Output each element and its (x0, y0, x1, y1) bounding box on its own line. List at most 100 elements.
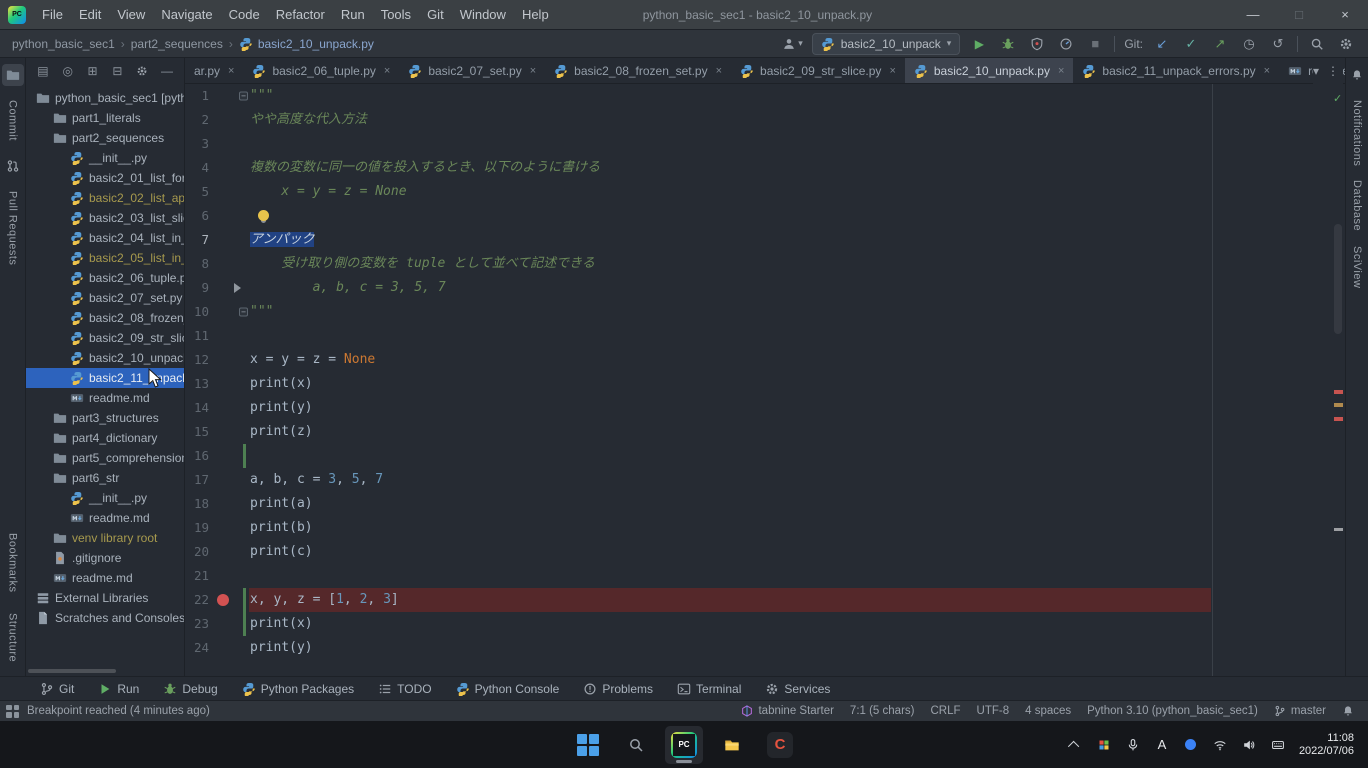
code-text[interactable]: """ (249, 84, 1331, 108)
wifi-icon[interactable] (1212, 737, 1228, 753)
gutter-markers[interactable] (209, 228, 249, 252)
breakpoint-icon[interactable] (217, 594, 229, 606)
gutter-markers[interactable] (209, 444, 249, 468)
gutter-markers[interactable] (209, 204, 249, 228)
tab-basic2_07_set-py[interactable]: basic2_07_set.py× (399, 58, 545, 83)
gutter-markers[interactable] (209, 420, 249, 444)
code-text[interactable]: a, b, c = 3, 5, 7 (249, 468, 1331, 492)
tree-item[interactable]: basic2_08_frozen_set.p (26, 308, 184, 328)
code-text[interactable]: x, y, z = [1, 2, 3] (249, 588, 1331, 612)
gutter-markers[interactable] (209, 636, 249, 660)
tab-close-icon[interactable]: × (889, 65, 895, 77)
tree-item[interactable]: python_basic_sec1 [python_b (26, 88, 184, 108)
tab-close-icon[interactable]: × (1058, 65, 1064, 77)
gutter-markers[interactable] (209, 564, 249, 588)
menu-run[interactable]: Run (333, 0, 373, 30)
gutter[interactable]: 24 (185, 636, 249, 660)
fold-marker-icon[interactable]: − (239, 92, 248, 101)
tree-item[interactable]: .gitignore (26, 548, 184, 568)
gutter-markers[interactable] (209, 132, 249, 156)
touch-keyboard-icon[interactable] (1270, 737, 1286, 753)
gutter[interactable]: 21 (185, 564, 249, 588)
menu-view[interactable]: View (109, 0, 153, 30)
tab-basic2_11_unpack_errors-py[interactable]: basic2_11_unpack_errors.py× (1073, 58, 1279, 83)
minimize-button[interactable]: — (1230, 0, 1276, 30)
tree-item[interactable]: basic2_03_list_slice.py (26, 208, 184, 228)
code-text[interactable]: アンパック (249, 228, 1331, 252)
toolwindow-python-console[interactable]: Python Console (446, 677, 570, 701)
scrollbar-thumb[interactable] (1334, 224, 1342, 334)
breadcrumb-item[interactable]: python_basic_sec1 (12, 37, 115, 51)
menu-code[interactable]: Code (221, 0, 268, 30)
ime-mode-indicator[interactable]: A (1154, 737, 1170, 753)
caret-position-widget[interactable]: 7:1 (5 chars) (842, 705, 923, 717)
debug-button[interactable] (998, 33, 1018, 55)
toolwindow-run[interactable]: Run (88, 677, 149, 701)
tab-basic2_06_tuple-py[interactable]: basic2_06_tuple.py× (243, 58, 399, 83)
line-ending-widget[interactable]: CRLF (922, 705, 968, 717)
toolwindow-debug[interactable]: Debug (153, 677, 227, 701)
more-options-icon[interactable]: ⋮ (1327, 64, 1339, 78)
error-stripe-mark[interactable] (1334, 390, 1343, 394)
gutter-markers[interactable] (209, 276, 249, 300)
tab-ar-py[interactable]: ar.py× (185, 58, 243, 83)
code-text[interactable]: print(c) (249, 540, 1331, 564)
git-branch-widget[interactable]: master (1266, 705, 1334, 717)
tab-close-icon[interactable]: × (384, 65, 390, 77)
tree-item[interactable]: part5_comprehension (26, 448, 184, 468)
taskbar-pycharm-button[interactable]: PC (665, 726, 703, 764)
code-text[interactable]: x = y = z = None (249, 180, 1331, 204)
taskbar-app-button[interactable]: C (761, 726, 799, 764)
gutter-markers[interactable] (209, 468, 249, 492)
stop-button[interactable]: ■ (1085, 33, 1105, 55)
gutter[interactable]: 9 (185, 276, 249, 300)
taskbar-search-button[interactable] (617, 726, 655, 764)
menu-window[interactable]: Window (452, 0, 514, 30)
code-text[interactable]: print(y) (249, 636, 1331, 660)
gutter[interactable]: 17 (185, 468, 249, 492)
warning-stripe-mark[interactable] (1334, 403, 1343, 407)
toolwindow-terminal[interactable]: Terminal (667, 677, 751, 701)
tab-basic2_08_frozen_set-py[interactable]: basic2_08_frozen_set.py× (545, 58, 731, 83)
notifications-toolwindow-button[interactable]: Notifications (1351, 100, 1363, 166)
toolwindow-todo[interactable]: TODO (368, 677, 441, 701)
code-text[interactable]: print(z) (249, 420, 1331, 444)
code-text[interactable] (249, 444, 1331, 468)
expand-all-icon[interactable]: ⊞ (86, 63, 100, 79)
gutter[interactable]: 15 (185, 420, 249, 444)
code-text[interactable]: print(x) (249, 372, 1331, 396)
tree-item[interactable]: part4_dictionary (26, 428, 184, 448)
gutter[interactable]: 13 (185, 372, 249, 396)
gutter[interactable]: 22 (185, 588, 249, 612)
code-text[interactable] (249, 204, 1331, 228)
code-text[interactable]: x = y = z = None (249, 348, 1331, 372)
menu-edit[interactable]: Edit (71, 0, 109, 30)
tree-item[interactable]: venv library root (26, 528, 184, 548)
microphone-icon[interactable] (1125, 737, 1141, 753)
toolwindow-git[interactable]: Git (30, 677, 84, 701)
gutter-markers[interactable]: − (209, 84, 249, 108)
panel-settings-gear-icon[interactable] (135, 63, 149, 79)
gutter-markers[interactable] (209, 156, 249, 180)
tab-basic2_09_str_slice-py[interactable]: basic2_09_str_slice.py× (731, 58, 905, 83)
inspections-ok-icon[interactable]: ✓ (1333, 92, 1342, 105)
tree-item[interactable]: part2_sequences (26, 128, 184, 148)
code-text[interactable]: print(b) (249, 516, 1331, 540)
editor-scrollbar[interactable]: ✓ (1331, 84, 1345, 676)
gutter[interactable]: 23 (185, 612, 249, 636)
maximize-button[interactable]: □ (1276, 0, 1322, 30)
tree-item[interactable]: __init__.py (26, 488, 184, 508)
commit-toolwindow-button[interactable]: Commit (7, 100, 19, 141)
tree-item[interactable]: External Libraries (26, 588, 184, 608)
gutter[interactable]: 7 (185, 228, 249, 252)
gutter[interactable]: 1− (185, 84, 249, 108)
tree-item[interactable]: basic2_01_list_for.py (26, 168, 184, 188)
users-icon[interactable]: ▾ (782, 33, 803, 55)
gutter-markers[interactable] (209, 324, 249, 348)
vcs-push-button[interactable]: ↗ (1210, 33, 1230, 55)
locate-file-icon[interactable]: ◎ (61, 63, 75, 79)
code-area[interactable]: 1−"""2やや高度な代入方法34複数の変数に同一の値を投入するとき、以下のよう… (185, 84, 1331, 676)
tree-item[interactable]: __init__.py (26, 148, 184, 168)
tree-item[interactable]: basic2_07_set.py (26, 288, 184, 308)
tab-close-icon[interactable]: × (716, 65, 722, 77)
